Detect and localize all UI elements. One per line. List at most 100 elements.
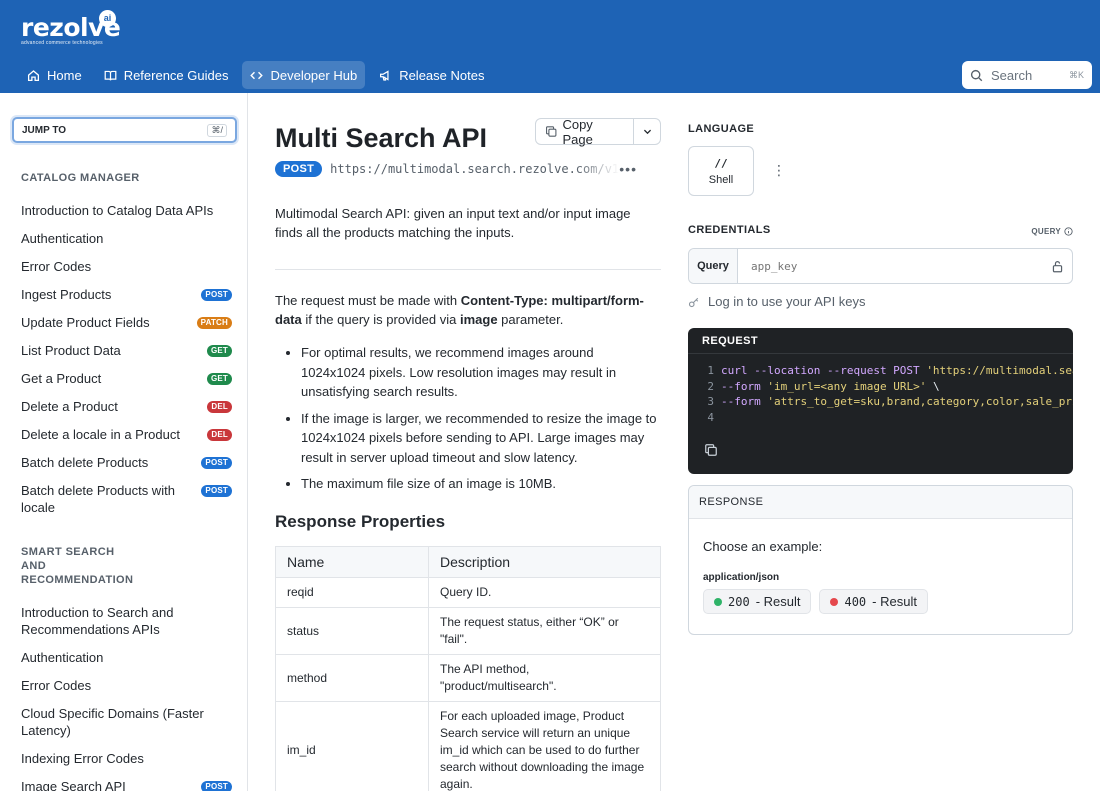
- sidebar-item-label: Error Codes: [21, 678, 92, 693]
- api-panel: LANGUAGE // Shell ⋮ CREDENTIALS QUERY Qu…: [688, 93, 1073, 791]
- search-icon: [970, 69, 983, 81]
- sidebar-item[interactable]: Get a Product GET: [0, 370, 247, 387]
- method-badge: PATCH: [196, 316, 232, 329]
- more-languages-icon[interactable]: ⋮: [772, 163, 786, 177]
- language-shell-button[interactable]: // Shell: [688, 146, 754, 196]
- method-badge: GET: [206, 344, 232, 357]
- nav-release-notes-label: Release Notes: [399, 67, 485, 83]
- sidebar-item[interactable]: Ingest Products POST: [0, 286, 247, 303]
- table-cell: For each uploaded image, Product Search …: [428, 701, 661, 791]
- sidebar-item[interactable]: List Product Data GET: [0, 342, 247, 359]
- endpoint-row: POST https://multimodal.search.rezolve.c…: [275, 161, 661, 177]
- line-number: 1: [707, 364, 714, 377]
- code-block[interactable]: 1 curl --location --request POST 'https:/…: [702, 363, 1073, 425]
- search-input[interactable]: Search ⌘K: [962, 61, 1092, 89]
- copy-page-dropdown[interactable]: [634, 119, 660, 144]
- table-cell: status: [275, 607, 429, 655]
- copy-page-button[interactable]: Copy Page: [536, 117, 635, 147]
- nav-home[interactable]: Home: [19, 61, 90, 89]
- sidebar-item[interactable]: Indexing Error Codes: [0, 750, 247, 767]
- credentials-prefix: Query: [689, 249, 738, 283]
- jump-to-input[interactable]: JUMP TO ⌘/: [12, 117, 237, 143]
- request-code-card: REQUEST 1 curl --location --request POST …: [688, 328, 1073, 474]
- response-properties-table: Name Description reqid Query ID. status …: [275, 546, 661, 791]
- credentials-field: Query: [688, 248, 1073, 284]
- sidebar-item[interactable]: Batch delete Products POST: [0, 454, 247, 471]
- response-card: RESPONSE Choose an example: application/…: [688, 485, 1073, 635]
- sidebar-item[interactable]: Image Search API POST: [0, 778, 247, 791]
- sidebar-item[interactable]: Batch delete Products with locale POST: [0, 482, 247, 516]
- nav-developer-hub-label: Developer Hub: [270, 67, 358, 83]
- response-examples: 200 - Result 400 - Result: [703, 589, 928, 614]
- choose-example-text: Choose an example:: [703, 539, 823, 554]
- query-label: QUERY: [1031, 227, 1073, 236]
- requirements-list: For optimal results, we recommend images…: [301, 343, 661, 501]
- more-icon[interactable]: •••: [619, 161, 637, 177]
- lock-icon[interactable]: [1042, 249, 1072, 283]
- method-badge: POST: [201, 485, 232, 497]
- language-label: LANGUAGE: [688, 123, 755, 135]
- code-token: \: [926, 379, 940, 393]
- endpoint-url[interactable]: https://multimodal.search.rezolve.com/v1…: [330, 162, 619, 176]
- copy-page-group: Copy Page: [535, 117, 661, 147]
- sidebar-item[interactable]: Authentication: [0, 649, 247, 666]
- nav-reference-guides[interactable]: Reference Guides: [96, 61, 237, 89]
- method-badge: POST: [201, 780, 232, 791]
- home-icon: [27, 69, 40, 81]
- example-label: - Result: [755, 594, 801, 609]
- sidebar-item[interactable]: Cloud Specific Domains (Faster Latency): [0, 705, 247, 739]
- sidebar-item-label: Authentication: [21, 650, 104, 665]
- line-number: 3: [707, 395, 714, 408]
- login-link[interactable]: Log in to use your API keys: [688, 294, 866, 309]
- sidebar-item-label: Update Product Fields: [21, 315, 150, 330]
- sidebar-item[interactable]: Error Codes: [0, 677, 247, 694]
- info-icon[interactable]: [1064, 227, 1073, 236]
- request-note-pre: The request must be made with: [275, 293, 461, 308]
- top-header: rezolve ai advanced commerce technologie…: [0, 0, 1100, 93]
- status-dot-green: [714, 597, 722, 606]
- copy-code-button[interactable]: [704, 443, 718, 460]
- sidebar-item-label: Ingest Products: [21, 287, 112, 302]
- app-key-input[interactable]: [738, 249, 1042, 283]
- request-note-post: parameter.: [497, 312, 564, 327]
- sidebar-item-label: Authentication: [21, 231, 104, 246]
- response-mime-type: application/json: [703, 572, 780, 583]
- nav-release-notes[interactable]: Release Notes: [371, 61, 492, 89]
- sidebar-item[interactable]: Introduction to Search and Recommendatio…: [0, 604, 247, 638]
- sidebar-list: CATALOG MANAGER Introduction to Catalog …: [0, 171, 247, 791]
- sidebar-item-label: Delete a locale in a Product: [21, 427, 180, 442]
- table-cell: Query ID.: [428, 577, 661, 608]
- credentials-label: CREDENTIALS: [688, 224, 771, 236]
- nav-developer-hub[interactable]: Developer Hub: [242, 61, 366, 89]
- request-label: REQUEST: [688, 328, 1073, 354]
- list-item: For optimal results, we recommend images…: [301, 343, 661, 402]
- nav-reference-guides-label: Reference Guides: [123, 67, 229, 83]
- brand-logo[interactable]: rezolve ai advanced commerce technologie…: [21, 10, 121, 46]
- search-placeholder: Search: [991, 67, 1033, 83]
- chevron-down-icon: [643, 129, 651, 135]
- sidebar-item-label: Batch delete Products: [21, 455, 149, 470]
- jump-to-shortcut: ⌘/: [207, 123, 227, 137]
- response-label: RESPONSE: [689, 486, 1072, 519]
- example-200-button[interactable]: 200 - Result: [703, 589, 812, 614]
- sidebar-item[interactable]: Introduction to Catalog Data APIs: [0, 202, 247, 219]
- sidebar-item[interactable]: Error Codes: [0, 258, 247, 275]
- sidebar-item[interactable]: Delete a Product DEL: [0, 398, 247, 415]
- sidebar-item[interactable]: Update Product Fields PATCH: [0, 314, 247, 331]
- table-cell: The API method, "product/multisearch".: [428, 654, 661, 702]
- sidebar-item[interactable]: Delete a locale in a Product DEL: [0, 426, 247, 443]
- method-badge: DEL: [207, 400, 232, 413]
- table-header-row: Name Description: [275, 546, 661, 578]
- sidebar-item-label: Image Search API: [21, 779, 126, 791]
- table-row: method The API method, "product/multisea…: [275, 654, 661, 702]
- login-text: Log in to use your API keys: [708, 294, 866, 309]
- example-400-button[interactable]: 400 - Result: [819, 589, 928, 614]
- brand-tagline: advanced commerce technologies: [21, 40, 103, 46]
- sidebar-item-label: Delete a Product: [21, 399, 118, 414]
- top-nav: Home Reference Guides Developer Hub Rele…: [19, 61, 492, 89]
- sidebar-section-title: SMART SEARCH AND RECOMMENDATION: [21, 546, 134, 586]
- sidebar-item[interactable]: Authentication: [0, 230, 247, 247]
- book-icon: [104, 70, 117, 80]
- sidebar: JUMP TO ⌘/ CATALOG MANAGER Introduction …: [0, 93, 248, 791]
- sidebar-item-label: Indexing Error Codes: [21, 751, 144, 766]
